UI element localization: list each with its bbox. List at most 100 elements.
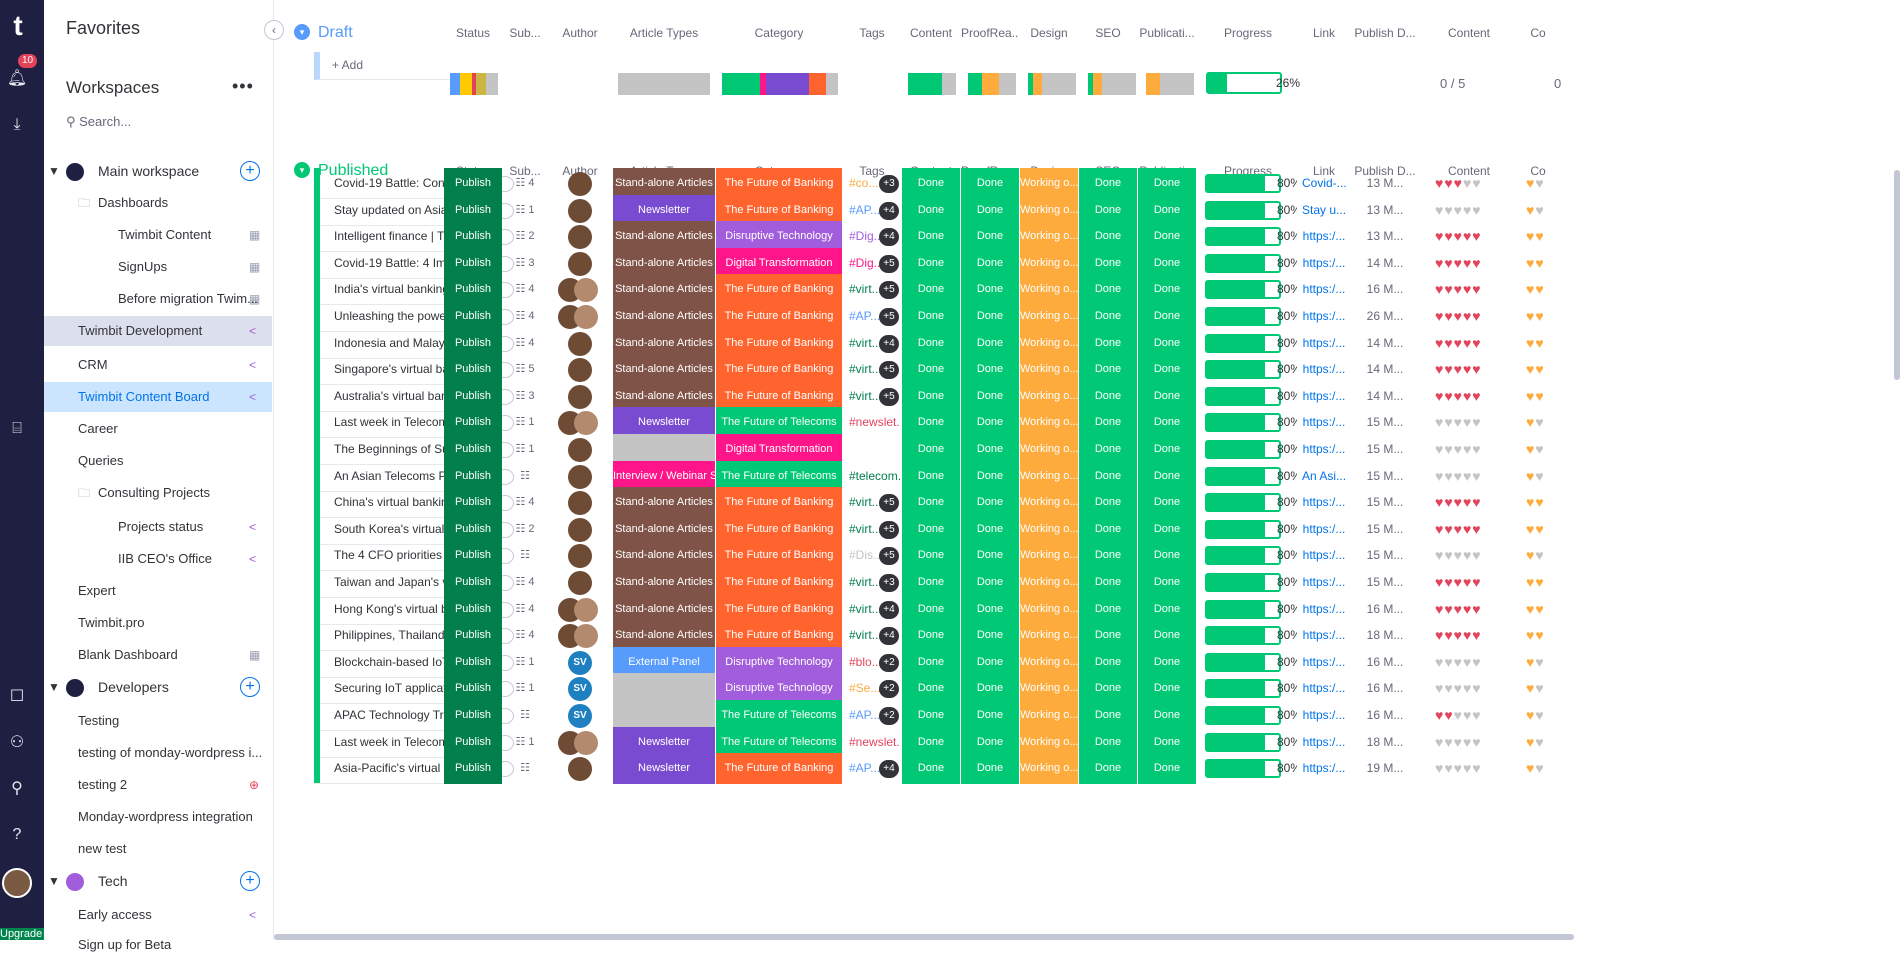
heart-icon[interactable]: ♥ xyxy=(1463,308,1472,324)
heart-icon[interactable]: ♥ xyxy=(1435,335,1444,351)
avatar[interactable] xyxy=(568,358,592,383)
heart-icon[interactable]: ♥ xyxy=(1535,654,1544,670)
heart-icon[interactable]: ♥ xyxy=(1435,760,1444,776)
heart-icon[interactable]: ♥ xyxy=(1444,521,1453,537)
proofread-status-cell[interactable]: Done xyxy=(961,753,1019,785)
heart-icon[interactable]: ♥ xyxy=(1472,547,1481,563)
heart-icon[interactable]: ♥ xyxy=(1463,255,1472,271)
heart-icon[interactable]: ♥ xyxy=(1535,468,1544,484)
heart-icon[interactable]: ♥ xyxy=(1526,441,1535,457)
sidebar-item[interactable]: ▼ + Main workspace xyxy=(44,156,272,186)
sidebar-item[interactable]: new test xyxy=(44,834,272,864)
avatar[interactable] xyxy=(568,491,592,516)
more-tags-badge[interactable]: +5 xyxy=(879,308,899,326)
heart-icon[interactable]: ♥ xyxy=(1463,680,1472,696)
heart-icon[interactable]: ♥ xyxy=(1454,521,1463,537)
heart-icon[interactable]: ♥ xyxy=(1526,547,1535,563)
heart-icon[interactable]: ♥ xyxy=(1454,601,1463,617)
heart-icon[interactable]: ♥ xyxy=(1535,734,1544,750)
heart-icon[interactable]: ♥ xyxy=(1463,760,1472,776)
heart-icon[interactable]: ♥ xyxy=(1444,627,1453,643)
heart-icon[interactable]: ♥ xyxy=(1472,574,1481,590)
share-icon[interactable]: < xyxy=(249,900,256,930)
share-icon[interactable]: < xyxy=(249,382,256,412)
heart-icon[interactable]: ♥ xyxy=(1463,468,1472,484)
avatar[interactable] xyxy=(568,757,592,782)
heart-icon[interactable]: ♥ xyxy=(1463,388,1472,404)
heart-icon[interactable]: ♥ xyxy=(1463,627,1472,643)
heart-icon[interactable]: ♥ xyxy=(1454,255,1463,271)
heart-icon[interactable]: ♥ xyxy=(1454,361,1463,377)
vertical-scrollbar[interactable] xyxy=(1894,170,1900,380)
heart-icon[interactable]: ♥ xyxy=(1526,574,1535,590)
heart-icon[interactable]: ♥ xyxy=(1454,335,1463,351)
heart-icon[interactable]: ♥ xyxy=(1454,734,1463,750)
avatar[interactable] xyxy=(568,225,592,250)
avatar[interactable] xyxy=(574,730,598,755)
heart-icon[interactable]: ♥ xyxy=(1454,654,1463,670)
heart-icon[interactable]: ♥ xyxy=(1472,175,1481,191)
heart-icon[interactable]: ♥ xyxy=(1435,388,1444,404)
heart-icon[interactable]: ♥ xyxy=(1463,335,1472,351)
heart-icon[interactable]: ♥ xyxy=(1463,601,1472,617)
column-header[interactable]: Content xyxy=(902,18,960,48)
sidebar-item[interactable]: ▼ + Tech xyxy=(44,866,272,896)
sidebar-item[interactable]: 🗀︎ Consulting Projects xyxy=(44,478,272,508)
more-tags-badge[interactable]: +2 xyxy=(879,680,899,699)
horizontal-scrollbar[interactable] xyxy=(274,934,1574,940)
sidebar-item[interactable]: ▦ SignUps xyxy=(44,252,272,282)
heart-icon[interactable]: ♥ xyxy=(1526,202,1535,218)
heart-icon[interactable]: ♥ xyxy=(1463,707,1472,723)
more-tags-badge[interactable]: +5 xyxy=(879,547,899,566)
heart-icon[interactable]: ♥ xyxy=(1463,734,1472,750)
design-status-cell[interactable]: Working o... xyxy=(1020,753,1078,785)
heart-icon[interactable]: ♥ xyxy=(1435,601,1444,617)
heart-icon[interactable]: ♥ xyxy=(1526,468,1535,484)
download-icon[interactable]: ⤓ xyxy=(6,114,28,136)
heart-icon[interactable]: ♥ xyxy=(1535,707,1544,723)
heart-icon[interactable]: ♥ xyxy=(1535,414,1544,430)
heart-icon[interactable]: ♥ xyxy=(1454,308,1463,324)
sidebar-item[interactable]: Monday-wordpress integration xyxy=(44,802,272,832)
calendar-icon[interactable]: ☐ xyxy=(6,686,28,708)
heart-icon[interactable]: ♥ xyxy=(1472,680,1481,696)
link-cell[interactable]: https:/... xyxy=(1302,753,1346,784)
heart-icon[interactable]: ♥ xyxy=(1435,680,1444,696)
column-header[interactable]: Content xyxy=(1425,18,1513,48)
add-icon[interactable]: + xyxy=(240,871,260,891)
heart-icon[interactable]: ♥ xyxy=(1454,388,1463,404)
heart-icon[interactable]: ♥ xyxy=(1535,494,1544,510)
heart-icon[interactable]: ♥ xyxy=(1435,574,1444,590)
column-header[interactable]: Link xyxy=(1302,18,1346,48)
heart-icon[interactable]: ♥ xyxy=(1454,228,1463,244)
heart-icon[interactable]: ♥ xyxy=(1454,468,1463,484)
more-tags-badge[interactable]: +3 xyxy=(879,574,899,592)
add-icon[interactable]: + xyxy=(240,161,260,181)
heart-icon[interactable]: ♥ xyxy=(1472,734,1481,750)
more-options-icon[interactable]: ••• xyxy=(232,76,254,97)
heart-icon[interactable]: ♥ xyxy=(1535,281,1544,297)
heart-icon[interactable]: ♥ xyxy=(1435,494,1444,510)
heart-icon[interactable]: ♥ xyxy=(1535,521,1544,537)
avatar[interactable] xyxy=(568,251,592,276)
heart-icon[interactable]: ♥ xyxy=(1535,335,1544,351)
heart-icon[interactable]: ♥ xyxy=(1472,255,1481,271)
more-tags-badge[interactable]: +3 xyxy=(879,175,899,193)
heart-icon[interactable]: ♥ xyxy=(1444,228,1453,244)
column-header[interactable]: Category xyxy=(716,18,842,48)
category-cell[interactable]: The Future of Banking xyxy=(716,753,842,785)
column-header[interactable]: Tags xyxy=(843,18,901,48)
avatar[interactable] xyxy=(568,517,592,542)
heart-icon[interactable]: ♥ xyxy=(1444,654,1453,670)
heart-icon[interactable]: ♥ xyxy=(1526,175,1535,191)
sidebar-item[interactable]: < CRM xyxy=(44,350,272,380)
heart-icon[interactable]: ♥ xyxy=(1526,654,1535,670)
chevron-down-icon[interactable]: ▼ xyxy=(48,866,60,896)
sidebar-item[interactable]: Sign up for Beta xyxy=(44,930,272,960)
heart-icon[interactable]: ♥ xyxy=(1435,707,1444,723)
share-icon[interactable]: < xyxy=(249,316,256,346)
heart-icon[interactable]: ♥ xyxy=(1444,760,1453,776)
avatar[interactable] xyxy=(568,331,592,356)
upgrade-button[interactable]: Upgrade xyxy=(0,928,44,940)
heart-icon[interactable]: ♥ xyxy=(1472,335,1481,351)
